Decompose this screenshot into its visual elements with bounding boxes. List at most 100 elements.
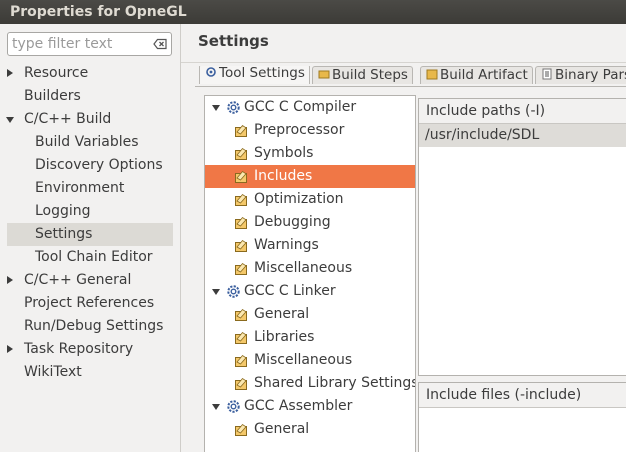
tree-node-label: Warnings (254, 237, 319, 253)
pane-divider[interactable] (180, 24, 181, 452)
option-page-icon (234, 261, 249, 276)
tree-node-label: Shared Library Settings (254, 375, 416, 391)
expand-arrow-icon[interactable] (212, 289, 220, 295)
tree-node-gcc-c-compiler[interactable]: GCC C Compiler (205, 96, 415, 119)
option-page-icon (234, 376, 249, 391)
nav-item-label: Project References (24, 295, 155, 311)
tree-node-label: Preprocessor (254, 122, 345, 138)
expand-arrow-icon[interactable] (212, 404, 220, 410)
tree-node-gcc-assembler[interactable]: GCC Assembler (205, 395, 415, 418)
tab-label: Binary Parsers (555, 67, 626, 83)
tree-node-debugging[interactable]: Debugging (205, 211, 415, 234)
nav-item-discovery-options[interactable]: Discovery Options (7, 154, 173, 177)
gear-icon (226, 284, 241, 299)
tree-node-preprocessor[interactable]: Preprocessor (205, 119, 415, 142)
include-files-header: Include files (-include) (419, 383, 626, 408)
option-page-icon (234, 330, 249, 345)
nav-item-project-references[interactable]: Project References (0, 292, 176, 315)
tree-node-label: Miscellaneous (254, 260, 353, 276)
collapse-arrow-icon[interactable] (7, 345, 13, 353)
expand-arrow-icon[interactable] (6, 117, 14, 123)
title-separator (181, 62, 626, 63)
expand-arrow-icon[interactable] (212, 105, 220, 111)
include-path-row[interactable]: /usr/include/SDL (419, 124, 626, 147)
option-page-icon (234, 146, 249, 161)
nav-item-label: Tool Chain Editor (35, 249, 153, 265)
tree-node-label: Miscellaneous (254, 352, 353, 368)
nav-item-label: C/C++ Build (24, 111, 112, 127)
collapse-arrow-icon[interactable] (7, 69, 13, 77)
nav-item-run-debug-settings[interactable]: Run/Debug Settings (0, 315, 176, 338)
tree-node-miscellaneous[interactable]: Miscellaneous (205, 349, 415, 372)
tree-node-label: GCC C Compiler (244, 99, 357, 115)
tab-label: Tool Settings (219, 66, 305, 81)
nav-item-label: WikiText (24, 364, 82, 380)
settings-tab-bar: Tool Settings Build Steps Build Artifact Bi… (195, 66, 626, 86)
nav-item-logging[interactable]: Logging (7, 200, 173, 223)
nav-item-label: Logging (35, 203, 91, 219)
tab-label: Build Artifact (440, 67, 528, 83)
nav-item-label: Resource (24, 65, 89, 81)
nav-item-c-c-general[interactable]: C/C++ General (0, 269, 176, 292)
tab-label: Build Steps (332, 67, 408, 83)
tree-node-label: GCC C Linker (244, 283, 336, 299)
nav-item-task-repository[interactable]: Task Repository (0, 338, 176, 361)
tree-node-symbols[interactable]: Symbols (205, 142, 415, 165)
nav-item-label: Task Repository (24, 341, 134, 357)
tree-node-label: Symbols (254, 145, 314, 161)
binary-parser-icon (541, 68, 553, 80)
tree-node-general[interactable]: General (205, 418, 415, 441)
nav-item-resource[interactable]: Resource (0, 62, 176, 85)
tab-separator (195, 86, 626, 87)
tree-node-includes[interactable]: Includes (205, 165, 415, 188)
nav-item-c-c-build[interactable]: C/C++ Build (0, 108, 176, 131)
nav-item-label: Environment (35, 180, 125, 196)
nav-item-wikitext[interactable]: WikiText (0, 361, 176, 384)
nav-item-build-variables[interactable]: Build Variables (7, 131, 173, 154)
tree-node-label: Libraries (254, 329, 315, 345)
nav-item-label: Build Variables (35, 134, 139, 150)
filter-input[interactable] (12, 35, 152, 53)
tree-node-miscellaneous[interactable]: Miscellaneous (205, 257, 415, 280)
page-title: Settings (198, 32, 269, 50)
option-page-icon (234, 123, 249, 138)
include-paths-header: Include paths (-I) (419, 99, 626, 124)
tree-node-label: General (254, 306, 310, 322)
tree-node-gcc-c-linker[interactable]: GCC C Linker (205, 280, 415, 303)
tool-settings-tree: GCC C Compiler Preprocessor Symbols Include… (204, 95, 416, 452)
clear-icon[interactable] (153, 37, 167, 51)
tab-build-steps[interactable]: Build Steps (312, 66, 413, 84)
tree-node-general[interactable]: General (205, 303, 415, 326)
option-page-icon (234, 422, 249, 437)
nav-item-label: Settings (35, 226, 93, 242)
tree-node-warnings[interactable]: Warnings (205, 234, 415, 257)
gear-icon (226, 100, 241, 115)
nav-item-settings[interactable]: Settings (7, 223, 173, 246)
include-files-panel: Include files (-include) (418, 382, 626, 452)
tree-node-label: Includes (254, 168, 313, 184)
tab-tool-settings[interactable]: Tool Settings (199, 66, 310, 84)
tree-node-label: General (254, 421, 310, 437)
nav-item-label: C/C++ General (24, 272, 132, 288)
collapse-arrow-icon[interactable] (7, 276, 13, 284)
tab-binary-parsers[interactable]: Binary Parsers (535, 66, 626, 84)
build-steps-icon (318, 68, 330, 80)
nav-item-tool-chain-editor[interactable]: Tool Chain Editor (7, 246, 173, 269)
filter-box[interactable] (7, 32, 172, 56)
option-page-icon (234, 238, 249, 253)
gear-icon (205, 66, 217, 78)
tree-node-label: Optimization (254, 191, 344, 207)
build-artifact-icon (426, 68, 438, 80)
tab-build-artifact[interactable]: Build Artifact (420, 66, 533, 84)
nav-item-builders[interactable]: Builders (0, 85, 176, 108)
gear-icon (226, 399, 241, 414)
window-title: Properties for OpneGL (0, 0, 626, 24)
option-page-icon (234, 215, 249, 230)
tree-node-optimization[interactable]: Optimization (205, 188, 415, 211)
tree-node-shared-library-settings[interactable]: Shared Library Settings (205, 372, 415, 395)
nav-item-environment[interactable]: Environment (7, 177, 173, 200)
tree-node-label: Debugging (254, 214, 331, 230)
nav-item-label: Builders (24, 88, 81, 104)
tree-node-libraries[interactable]: Libraries (205, 326, 415, 349)
nav-item-label: Discovery Options (35, 157, 163, 173)
